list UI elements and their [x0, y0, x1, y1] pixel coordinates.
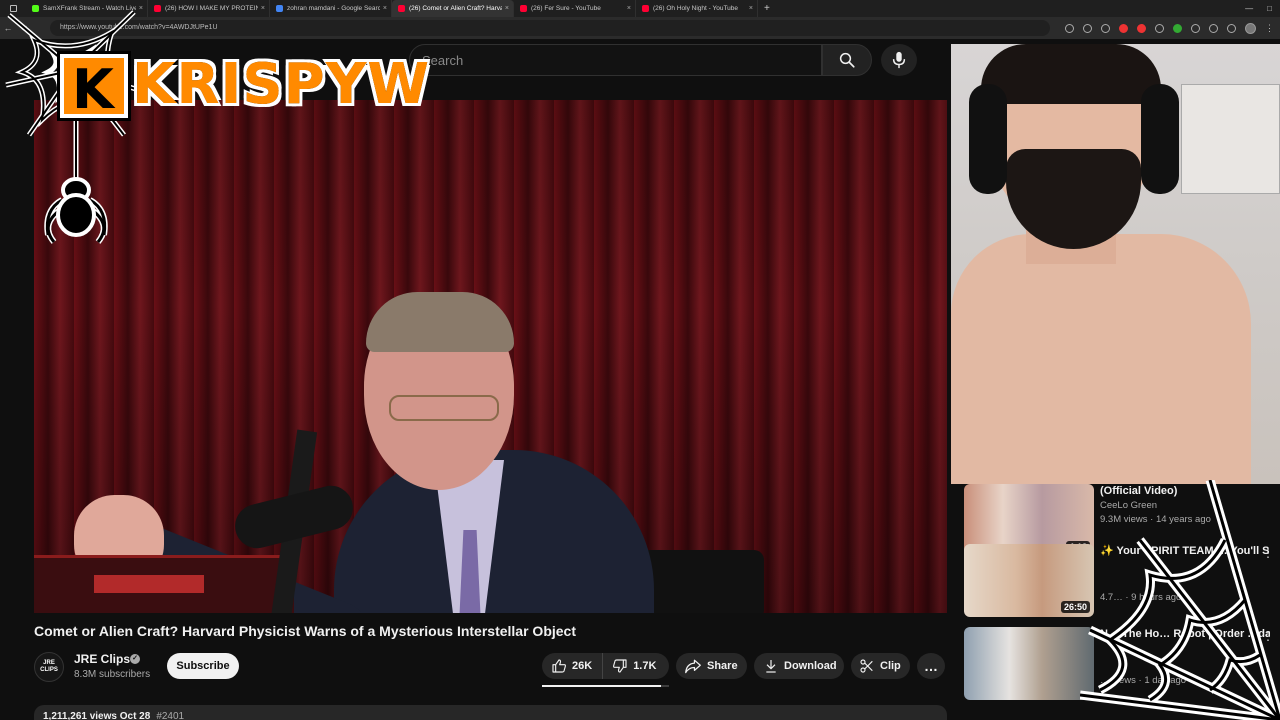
video-title: Comet or Alien Craft? Harvard Physicist … [34, 623, 576, 639]
search-box [409, 44, 822, 76]
tab-label: (26) Fer Sure - YouTube [531, 5, 601, 12]
thumbs-up-icon [552, 659, 566, 673]
dislike-count: 1.7K [633, 660, 657, 672]
search-button[interactable] [822, 44, 872, 76]
recommendation-item[interactable]: 26:50 ✨ Your SPIRIT TEAM … You'll SEE TH… [964, 544, 1274, 619]
download-label: Download [784, 660, 837, 672]
recommendation-title[interactable]: ✨ Your SPIRIT TEAM … You'll SEE THIS … i… [1100, 544, 1270, 559]
background-shelf-shape [1181, 84, 1280, 194]
headphone-left-shape [969, 84, 1007, 194]
tab-close-icon[interactable]: × [627, 5, 631, 12]
search-input[interactable] [410, 45, 821, 75]
search-icon [839, 52, 855, 68]
new-tab-button[interactable]: + [758, 3, 776, 14]
share-arrow-icon [685, 659, 701, 674]
download-button[interactable]: Download [754, 653, 844, 679]
tab-favicon-icon [398, 5, 405, 12]
extensions-puzzle-icon[interactable] [1191, 23, 1200, 33]
install-icon[interactable] [1065, 23, 1074, 33]
recommendation-meta: 4.7… · 9 hours ago [1100, 592, 1182, 603]
browser-tab[interactable]: (26) Fer Sure - YouTube × [514, 0, 636, 17]
more-actions-button[interactable]: … [917, 653, 945, 679]
downloads-icon[interactable] [1209, 23, 1218, 33]
channel-avatar[interactable]: JRE CLIPS [34, 652, 64, 682]
clip-button[interactable]: Clip [851, 653, 910, 679]
tab-close-icon[interactable]: × [749, 5, 753, 12]
subscriber-count: 8.3M subscribers [74, 669, 151, 680]
channel-name[interactable]: JRE Clips [74, 652, 130, 666]
mic-icon [892, 51, 906, 69]
streamer-hair-shape [981, 44, 1161, 104]
thumbs-down-icon [613, 659, 627, 673]
streamer-logo-overlay: K KRISPYW [4, 10, 431, 250]
recommendation-channel[interactable]: CeeLo Green [1100, 500, 1157, 511]
tab-label: (26) Oh Holy Night - YouTube [653, 5, 739, 12]
bookmark-star-icon[interactable] [1101, 23, 1110, 33]
tab-label: (26) Comet or Alien Craft? Harvar [409, 5, 502, 12]
recommendation-item[interactable]: N… The Ho… Robot | Order …day … views · … [964, 627, 1274, 702]
hashtag[interactable]: #2401 [156, 711, 184, 720]
maximize-icon[interactable]: □ [1267, 4, 1272, 13]
tab-close-icon[interactable]: × [505, 5, 509, 12]
more-vertical-icon[interactable]: ⋮ [1262, 546, 1274, 560]
voice-search-button[interactable] [881, 44, 917, 76]
share-button[interactable]: Share [676, 653, 747, 679]
logo-badge: K [57, 51, 131, 121]
window-controls: — □ [1245, 0, 1280, 17]
headphone-right-shape [1141, 84, 1179, 194]
recommendation-thumbnail[interactable] [964, 627, 1094, 700]
guest-glasses-shape [389, 395, 499, 421]
views-date: 1,211,261 views Oct 28 [43, 711, 151, 720]
sidepanel-icon[interactable] [1227, 23, 1236, 33]
duration-badge: 26:50 [1060, 601, 1090, 613]
dislike-button[interactable]: 1.7K [603, 653, 656, 679]
tab-favicon-icon [520, 5, 527, 12]
tab-favicon-icon [642, 5, 649, 12]
profile-avatar[interactable] [1245, 22, 1256, 34]
verified-check-icon: ✓ [130, 654, 140, 664]
more-vertical-icon[interactable]: ⋮ [1262, 629, 1274, 643]
extension-ublock-icon[interactable] [1137, 23, 1146, 33]
logo-text: KRISPYW [130, 51, 431, 119]
browser-tab[interactable]: (26) Oh Holy Night - YouTube × [636, 0, 758, 17]
subscribe-button[interactable]: Subscribe [167, 653, 239, 679]
streamer-torso-shape [951, 234, 1251, 484]
streamer-webcam [951, 44, 1280, 484]
browser-menu-icon[interactable]: ⋮ [1265, 23, 1274, 33]
more-horizontal-icon: … [924, 658, 938, 674]
scissors-icon [860, 659, 873, 673]
like-count: 26K [572, 660, 593, 672]
share-label: Share [707, 660, 738, 672]
extension-icons: ⋮ [1065, 20, 1274, 36]
like-ratio-fill [542, 685, 662, 687]
recommendation-title[interactable]: N… The Ho… Robot | Order …day [1100, 627, 1270, 642]
recommendation-title[interactable]: (Official Video) [1100, 484, 1270, 499]
clip-label: Clip [880, 660, 901, 672]
console-panel-shape [94, 575, 204, 593]
recommendation-meta: 9.3M views · 14 years ago [1100, 514, 1211, 525]
browser-tab[interactable]: (26) Comet or Alien Craft? Harvar × [392, 0, 514, 17]
minimize-icon[interactable]: — [1245, 4, 1253, 13]
like-button[interactable]: 26K [542, 653, 604, 679]
extension-green-icon[interactable] [1173, 23, 1182, 33]
guest-hair-shape [366, 292, 514, 352]
logo-letter: K [72, 58, 114, 121]
extension-screen-icon[interactable] [1155, 23, 1164, 33]
recommendation-meta: … views · 1 day ago [1100, 675, 1187, 686]
spider-web-icon [5, 10, 140, 244]
download-icon [766, 660, 776, 673]
recommendation-thumbnail[interactable]: 26:50 [964, 544, 1094, 617]
tab-close-icon[interactable]: × [383, 5, 387, 12]
like-dislike-group: 26K 1.7K [542, 653, 669, 679]
extension-red-icon[interactable] [1119, 23, 1128, 33]
like-ratio-bar [542, 685, 669, 687]
cast-icon[interactable] [1083, 23, 1092, 33]
description-box[interactable]: 1,211,261 views Oct 28 #2401 [34, 705, 947, 720]
channel-avatar-text: JRE CLIPS [40, 660, 58, 673]
